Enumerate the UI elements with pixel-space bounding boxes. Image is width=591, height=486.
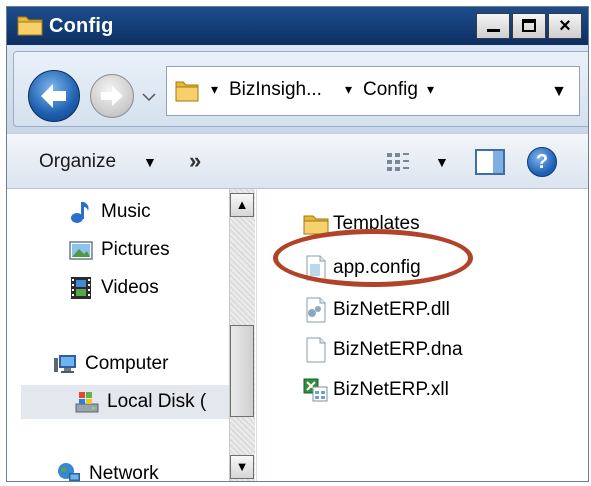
screenshot-frame: Config × ▾ BizInsigh... ▾ Config ▾ ▼ Org… [0,0,591,486]
dll-file-icon [306,297,326,323]
navigation-bar: ▾ BizInsigh... ▾ Config ▾ ▼ [13,51,589,127]
film-strip-icon [71,277,91,299]
file-name: BizNetERP.xll [333,379,449,400]
file-item-biznet-xll[interactable]: BizNetERP.xll [303,375,449,405]
address-bar[interactable]: ▾ BizInsigh... ▾ Config ▾ ▼ [166,66,580,116]
address-row: ▾ BizInsigh... ▾ Config ▾ ▼ [7,45,588,133]
network-icon [58,463,80,481]
nav-pane-scrollbar[interactable]: ▲ ▼ [229,189,255,481]
refresh-button[interactable] [588,62,589,92]
nav-item-local-disk[interactable]: Local Disk ( [21,385,229,419]
nav-item-network[interactable]: Network [57,459,159,482]
file-item-biznet-dll[interactable]: BizNetERP.dll [303,295,450,325]
navigation-pane: Music Pictures Videos Computer Local Dis… [7,189,257,482]
organize-button[interactable]: Organize [39,151,116,173]
maximize-icon [522,19,536,32]
file-name: BizNetERP.dll [333,299,450,320]
maximize-button[interactable] [512,13,546,39]
scroll-up-button[interactable]: ▲ [230,193,254,217]
nav-item-computer[interactable]: Computer [53,349,168,379]
scroll-down-button[interactable]: ▼ [230,455,254,479]
back-arrow-icon [41,84,66,108]
nav-item-pictures[interactable]: Pictures [69,235,170,265]
views-dropdown-icon[interactable]: ▼ [435,154,449,170]
file-name: BizNetERP.dna [333,339,463,360]
nav-item-label: Computer [85,353,169,374]
forward-arrow-icon [101,86,123,106]
nav-item-label: Pictures [101,239,170,260]
excel-addin-icon [303,378,328,402]
highlight-ring-annotation [273,229,473,287]
music-note-icon [71,202,89,223]
scroll-thumb[interactable] [230,325,254,417]
folder-icon [17,16,43,36]
help-icon[interactable]: ? [527,147,557,177]
recent-pages-dropdown-icon[interactable] [140,90,158,104]
organize-dropdown-icon[interactable]: ▼ [143,154,157,170]
file-list: Templates app.config BizNetERP.dll BizNe… [257,189,588,481]
breadcrumb-bizinsight[interactable]: BizInsigh... [229,79,322,101]
nav-item-music[interactable]: Music [69,197,151,227]
pictures-icon [69,241,93,260]
window-controls: × [476,13,582,39]
preview-pane-fill [493,151,503,173]
nav-item-label: Network [89,463,159,482]
breadcrumb-separator-icon[interactable]: ▾ [211,81,218,98]
nav-item-label: Local Disk ( [107,391,207,412]
breadcrumb-separator-icon[interactable]: ▾ [427,81,434,98]
title-bar: Config × [7,7,588,45]
minimize-button[interactable] [476,13,510,39]
forward-button[interactable] [90,74,134,118]
window-title: Config [49,15,114,37]
address-history-dropdown-icon[interactable]: ▼ [551,83,567,101]
generic-file-icon [306,337,326,363]
command-bar: Organize ▼ » ▼ ? [7,133,588,189]
more-commands-button[interactable]: » [189,148,201,174]
nav-item-label: Videos [101,277,159,298]
nav-item-label: Music [101,201,151,222]
local-disk-icon [75,392,99,413]
breadcrumb-separator-icon[interactable]: ▾ [345,81,352,98]
back-button[interactable] [28,70,80,122]
change-view-icon[interactable] [385,150,411,174]
explorer-window: Config × ▾ BizInsigh... ▾ Config ▾ ▼ Org… [6,6,589,482]
folder-icon [175,81,199,102]
computer-icon [54,355,76,373]
nav-item-videos[interactable]: Videos [69,273,159,303]
preview-pane-icon[interactable] [475,149,505,175]
minimize-icon [487,29,500,32]
close-icon: × [559,15,571,37]
breadcrumb-config[interactable]: Config [363,79,418,101]
close-button[interactable]: × [548,13,582,39]
file-item-biznet-dna[interactable]: BizNetERP.dna [303,335,463,365]
